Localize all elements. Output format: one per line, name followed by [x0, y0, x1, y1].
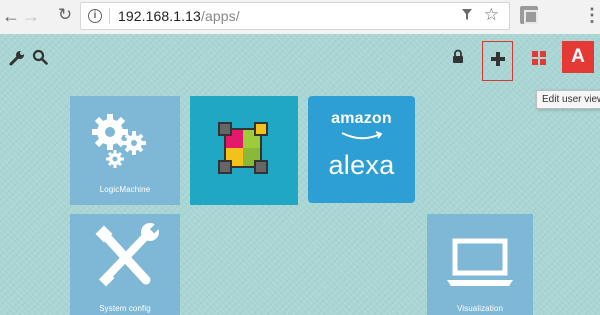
tile-amazon-alexa[interactable]: amazon alexa [308, 96, 415, 203]
menu-icon[interactable]: ⋮ [583, 5, 600, 26]
tile-logicmachine[interactable]: LogicMachine [70, 96, 180, 205]
tile-label: Visualization [456, 304, 504, 313]
tile-label: LogicMachine [99, 185, 151, 194]
tile-system-config[interactable]: System config [70, 214, 180, 315]
url-text[interactable]: 192.168.1.13/apps/ [118, 8, 240, 24]
alexa-logo-word: alexa [328, 150, 395, 180]
extension-icon[interactable] [520, 6, 538, 24]
plus-icon [490, 51, 506, 72]
tile-color-picker[interactable] [190, 96, 298, 205]
url-host: 192.168.1.13 [118, 8, 201, 24]
lock-icon[interactable] [452, 49, 464, 69]
info-icon[interactable]: i [88, 9, 102, 23]
wrench-icon[interactable] [9, 50, 25, 71]
search-icon[interactable] [32, 49, 48, 70]
browser-toolbar: ← → ↻ i 192.168.1.13/apps/ ☆ ⋮ [0, 0, 600, 34]
star-icon[interactable]: ☆ [484, 5, 499, 25]
grid-icon[interactable] [531, 50, 547, 71]
filter-icon[interactable] [461, 8, 473, 26]
tile-label: System config [99, 304, 151, 313]
reload-icon[interactable]: ↻ [54, 2, 76, 28]
tooltip: Edit user view [536, 90, 600, 109]
address-separator [109, 8, 110, 24]
url-path: /apps/ [200, 8, 240, 24]
user-avatar-button[interactable]: A [562, 41, 594, 73]
add-user-view-button[interactable] [482, 41, 513, 81]
apps-dashboard: A Edit user view LogicMachine amazon ale… [0, 34, 600, 315]
back-icon[interactable]: ← [0, 3, 22, 29]
user-initial: A [571, 46, 585, 67]
tile-visualization[interactable]: Visualization [427, 214, 533, 315]
address-bar[interactable]: i 192.168.1.13/apps/ ☆ [80, 2, 510, 30]
amazon-smile-icon [340, 128, 384, 146]
forward-icon[interactable]: → [20, 3, 42, 29]
alexa-logo-amazon: amazon [331, 110, 392, 127]
